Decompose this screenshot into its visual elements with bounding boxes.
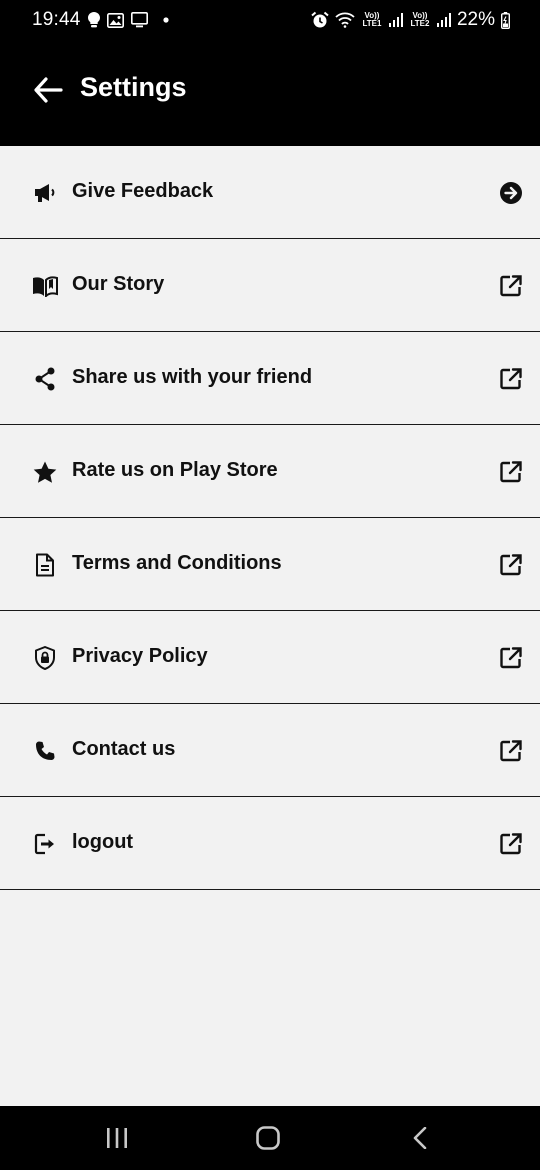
menu-item-privacy[interactable]: Privacy Policy (0, 611, 540, 704)
app-bar: Settings (0, 40, 540, 146)
external-link-icon (498, 738, 524, 764)
document-icon (32, 553, 58, 577)
screen-icon (131, 12, 148, 28)
back-nav-button[interactable] (400, 1122, 440, 1154)
star-icon (32, 460, 58, 484)
recent-apps-button[interactable] (97, 1122, 137, 1154)
menu-item-share[interactable]: Share us with your friend (0, 332, 540, 425)
dot-icon (163, 17, 169, 23)
external-link-icon (498, 831, 524, 857)
menu-item-label: Give Feedback (72, 180, 214, 202)
status-right: Vo)) LTE1 Vo)) LTE2 22% (311, 8, 510, 32)
menu-item-label: Contact us (72, 738, 176, 760)
system-nav-bar (0, 1106, 540, 1170)
shield-lock-icon (32, 646, 58, 670)
menu-item-label: Privacy Policy (72, 645, 208, 667)
battery-percent: 22% (456, 9, 495, 30)
battery-icon (501, 11, 510, 29)
menu-item-label: Share us with your friend (72, 366, 313, 388)
alarm-icon (311, 11, 329, 29)
menu-item-rate-us[interactable]: Rate us on Play Store (0, 425, 540, 518)
menu-item-label: Terms and Conditions (72, 552, 282, 574)
external-link-icon (498, 552, 524, 578)
arrow-left-icon (33, 77, 63, 103)
sim1-tag: Vo)) LTE1 (362, 11, 382, 28)
menu-item-our-story[interactable]: Our Story (0, 239, 540, 332)
sim2-tag: Vo)) LTE2 (410, 11, 430, 28)
menu-item-label: logout (72, 831, 134, 853)
signal-icon (388, 13, 403, 27)
home-button[interactable] (248, 1122, 288, 1154)
menu-item-label: Our Story (72, 273, 165, 295)
book-icon (32, 274, 58, 298)
image-icon (107, 12, 124, 28)
external-link-icon (498, 366, 524, 392)
signal-icon-2 (436, 13, 451, 27)
back-icon (413, 1127, 427, 1149)
external-link-icon (498, 273, 524, 299)
logout-icon (32, 832, 58, 856)
menu-item-terms[interactable]: Terms and Conditions (0, 518, 540, 611)
menu-item-label: Rate us on Play Store (72, 459, 278, 481)
menu-item-give-feedback[interactable]: Give Feedback (0, 146, 540, 239)
external-link-icon (498, 645, 524, 671)
home-icon (256, 1126, 280, 1150)
wifi-icon (335, 12, 355, 28)
share-icon (32, 367, 58, 391)
external-link-icon (498, 459, 524, 485)
menu-item-logout[interactable]: logout (0, 797, 540, 890)
status-bar: 19:44 Vo)) LTE1 Vo)) LTE2 22% (0, 0, 540, 40)
menu-item-contact[interactable]: Contact us (0, 704, 540, 797)
back-button[interactable] (28, 70, 68, 110)
megaphone-icon (32, 181, 58, 205)
status-time: 19:44 (32, 9, 81, 30)
page-title: Settings (80, 72, 187, 102)
bulb-icon (88, 12, 100, 28)
phone-icon (32, 739, 58, 763)
recent-apps-icon (106, 1128, 128, 1148)
notification-icons (88, 10, 169, 30)
arrow-right-circle-icon (498, 180, 524, 206)
settings-menu: Give Feedback Our Story Share us with yo… (0, 146, 540, 890)
